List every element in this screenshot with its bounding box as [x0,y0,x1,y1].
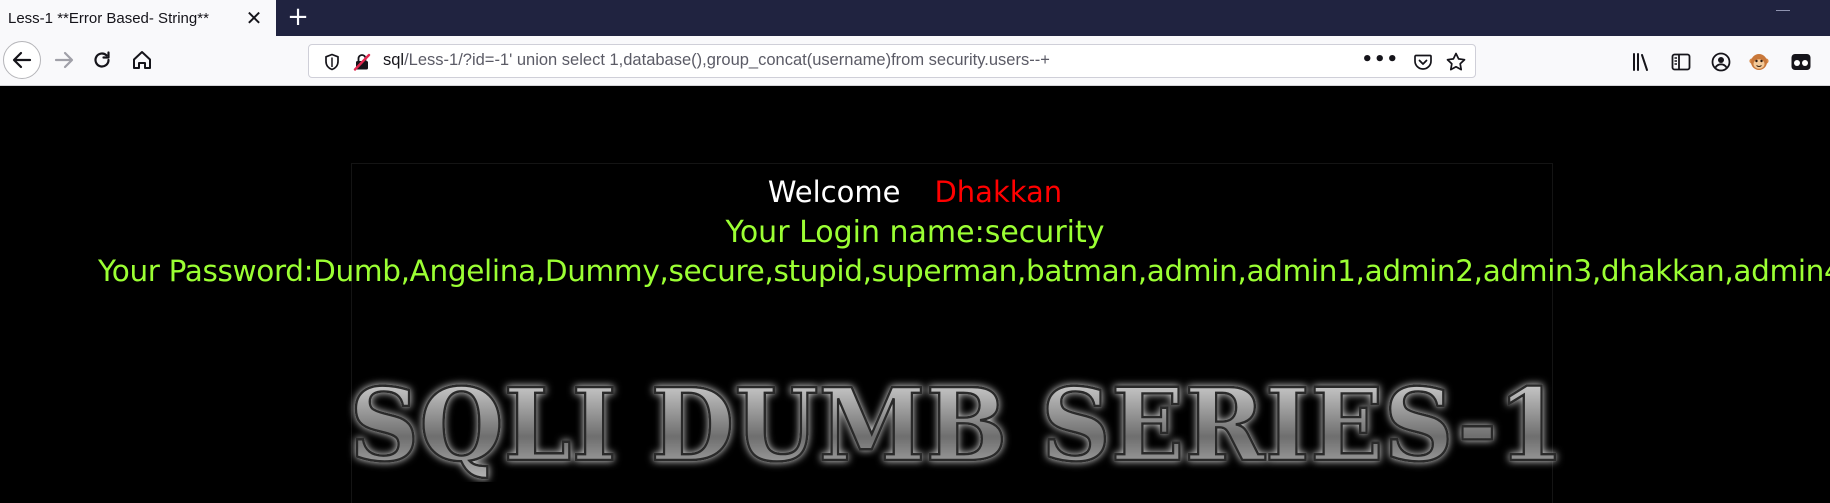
tab-strip: Less-1 **Error Based- String** ✕ + [0,0,1830,36]
new-tab-button[interactable]: + [284,4,312,32]
url-bar[interactable]: sql/Less-1/?id=-1' union select 1,databa… [308,44,1476,78]
reload-icon [94,51,110,68]
welcome-name: Dhakkan [934,175,1063,209]
shield-icon[interactable] [323,53,341,71]
tab-active[interactable]: Less-1 **Error Based- String** ✕ [0,0,276,36]
forward-arrow-icon [54,51,74,69]
minimize-icon[interactable] [1776,10,1790,11]
url-text[interactable]: sql/Less-1/?id=-1' union select 1,databa… [383,51,1050,70]
nav-toolbar: sql/Less-1/?id=-1' union select 1,databa… [0,36,1830,86]
password-line: Your Password:Dumb,Angelina,Dummy,secure… [98,254,1830,288]
url-path: /Less-1/?id=-1' union select 1,database(… [404,51,1050,69]
banner-text: SQLI DUMB SERIES-1 [350,372,1565,482]
login-name-line: Your Login name:security [725,215,1105,250]
forward-button[interactable] [46,42,82,78]
back-arrow-icon [12,51,32,69]
star-icon[interactable] [1445,51,1467,73]
tab-close-icon[interactable]: ✕ [244,8,264,28]
account-icon[interactable] [1710,51,1732,73]
welcome-line: Welcome Dhakkan [0,175,1830,209]
url-host: sql [383,51,405,69]
tampermonkey-icon[interactable] [1748,51,1770,73]
home-button[interactable] [124,42,160,78]
sqli-dumb-series-banner: SQLI DUMB SERIES-1 [348,372,1566,482]
sidebar-icon[interactable] [1670,51,1692,73]
page-content: Welcome Dhakkan Your Login name:security … [0,87,1830,503]
insecure-lock-icon[interactable] [353,53,371,71]
reload-button[interactable] [84,42,120,78]
welcome-label: Welcome [767,175,901,209]
tab-title: Less-1 **Error Based- String** [8,9,209,27]
back-button[interactable] [3,41,41,79]
home-icon [133,51,151,69]
extension-icon[interactable] [1790,51,1812,73]
library-icon[interactable] [1630,51,1652,73]
pocket-icon[interactable] [1413,52,1433,72]
page-actions-menu-icon[interactable]: ••• [1361,49,1399,70]
